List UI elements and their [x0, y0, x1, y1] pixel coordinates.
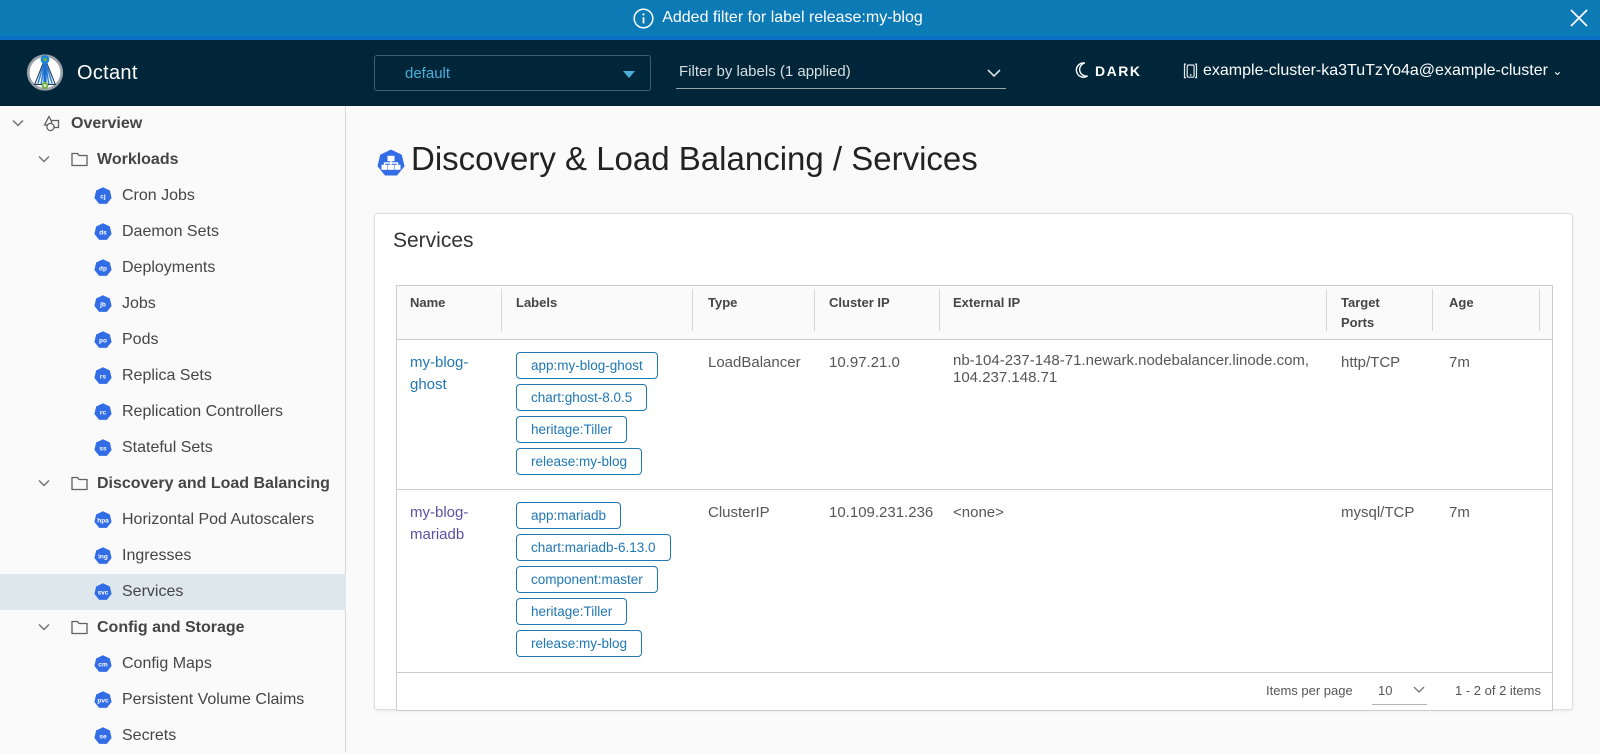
svg-text:svc: svc — [98, 590, 109, 597]
svg-text:dp: dp — [99, 266, 107, 273]
svg-text:hpa: hpa — [97, 518, 109, 525]
svg-text:cj: cj — [100, 194, 106, 201]
svg-text:rs: rs — [100, 374, 107, 381]
svg-text:cm: cm — [98, 662, 108, 669]
svg-text:rc: rc — [100, 410, 107, 417]
svg-text:ds: ds — [99, 230, 107, 237]
svg-text:jb: jb — [99, 302, 106, 309]
svg-text:po: po — [99, 338, 107, 345]
svg-text:ss: ss — [99, 446, 107, 453]
svg-text:se: se — [99, 734, 107, 741]
svg-text:pvc: pvc — [97, 698, 109, 705]
svg-text:ing: ing — [98, 554, 108, 561]
